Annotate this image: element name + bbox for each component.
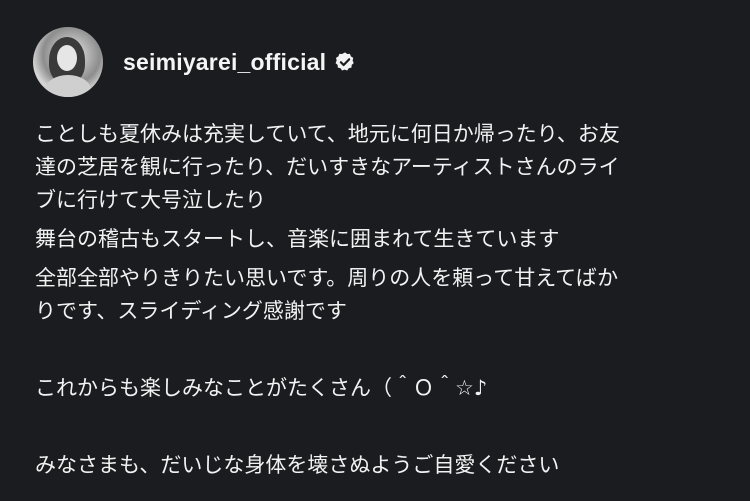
caption-line: 達の芝居を観に行ったり、だいすきなアーティストさんのライ <box>35 155 620 179</box>
post-header: seimiyarei_official <box>33 26 356 98</box>
caption-line: 舞台の稽古もスタートし、音楽に囲まれて生きています <box>35 227 560 251</box>
caption-line: ことしも夏休みは充実していて、地元に何日か帰ったり、お友 <box>35 122 620 146</box>
caption-line: ブに行けて大号泣したり <box>35 188 266 212</box>
instagram-post: seimiyarei_official ことしも夏休みは充実していて、地元に何日… <box>0 0 750 501</box>
username-link[interactable]: seimiyarei_official <box>123 49 326 76</box>
caption-line: 全部全部やりきりたい思いです。周りの人を頼って甘えてばか <box>35 266 619 290</box>
verified-badge-icon <box>335 52 354 71</box>
profile-avatar[interactable] <box>33 27 103 97</box>
caption-line: みなさまも、だいじな身体を壊さぬようご自愛ください <box>35 453 560 477</box>
caption-line: りです、スライディング感謝です <box>35 299 347 323</box>
caption-line: これからも楽しみなことがたくさん（＾Ｏ＾☆♪ <box>35 376 488 400</box>
post-caption: ことしも夏休みは充実していて、地元に何日か帰ったり、お友 達の芝居を観に行ったり… <box>35 118 725 482</box>
